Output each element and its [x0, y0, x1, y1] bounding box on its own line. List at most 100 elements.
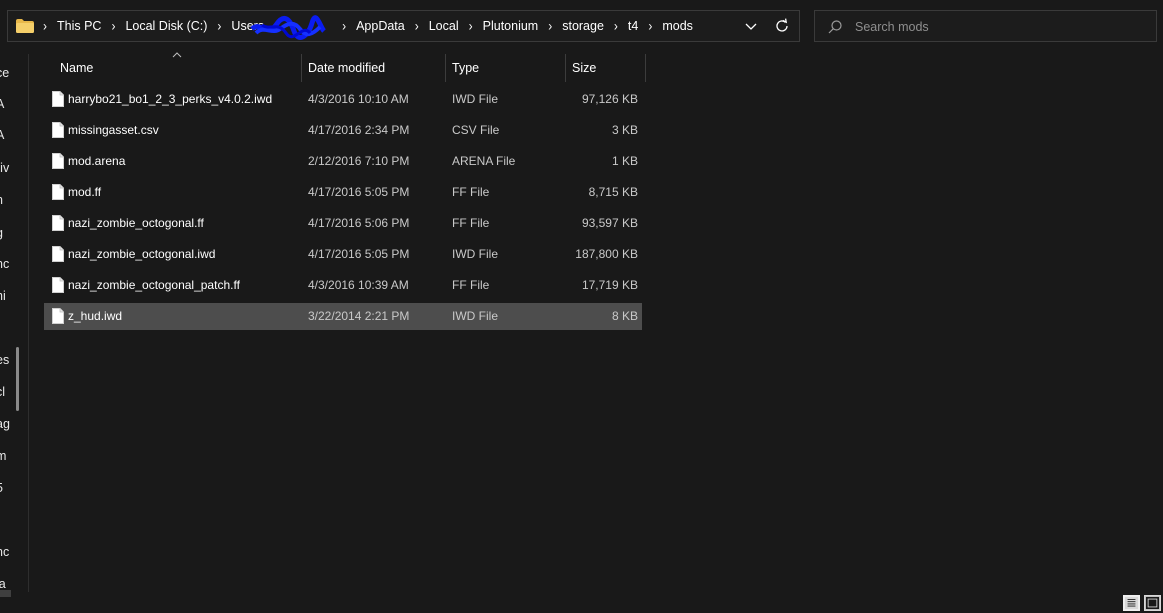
large-icons-view-icon[interactable] [1144, 595, 1161, 611]
file-date: 2/12/2016 7:10 PM [308, 154, 410, 168]
column-divider[interactable] [301, 54, 302, 82]
nav-item[interactable]: riv [0, 161, 9, 175]
file-name: missingasset.csv [68, 123, 159, 137]
nav-item[interactable]: es [0, 353, 9, 367]
file-date: 4/17/2016 5:05 PM [308, 185, 410, 199]
file-row[interactable]: nazi_zombie_octogonal_patch.ff 4/3/2016 … [44, 272, 642, 299]
file-row[interactable]: harrybo21_bo1_2_3_perks_v4.0.2.iwd 4/3/2… [44, 86, 642, 113]
search-input[interactable] [853, 17, 1147, 37]
search-box[interactable] [814, 10, 1157, 42]
nav-item[interactable]: cl [0, 385, 5, 399]
file-type: FF File [452, 185, 490, 199]
file-type: FF File [452, 216, 490, 230]
file-name: nazi_zombie_octogonal.ff [68, 216, 204, 230]
breadcrumb-t4[interactable]: t4 [623, 19, 643, 33]
column-header-date-modified[interactable]: Date modified [308, 54, 385, 82]
nav-item[interactable]: hi [0, 289, 6, 303]
file-type: IWD File [452, 309, 498, 323]
nav-item[interactable]: A [0, 128, 4, 142]
nav-item[interactable]: ag [0, 417, 10, 431]
file-icon [52, 308, 64, 324]
file-size: 97,126 KB [581, 92, 638, 106]
file-date: 4/17/2016 5:06 PM [308, 216, 410, 230]
nav-item[interactable]: la [0, 577, 6, 591]
file-icon [52, 91, 64, 107]
nav-item[interactable]: g [0, 226, 3, 240]
column-header-size[interactable]: Size [572, 54, 596, 82]
file-size: 17,719 KB [581, 278, 638, 292]
file-name: mod.ff [68, 185, 102, 199]
file-name: z_hud.iwd [68, 309, 123, 323]
chevron-right-icon[interactable]: › [337, 18, 351, 34]
chevron-right-icon[interactable]: › [106, 18, 120, 34]
nav-item[interactable]: nc [0, 257, 9, 271]
file-icon [52, 153, 64, 169]
nav-item[interactable]: ce [0, 66, 9, 80]
chevron-right-icon[interactable]: › [543, 18, 557, 34]
file-type: CSV File [452, 123, 500, 137]
file-name: harrybo21_bo1_2_3_perks_v4.0.2.iwd [68, 92, 273, 106]
column-divider[interactable] [645, 54, 646, 82]
navigation-pane[interactable]: ce A A riv n g nc hi es cl ag m 5 nc la [0, 52, 12, 597]
file-row[interactable]: missingasset.csv 4/17/2016 2:34 PM CSV F… [44, 117, 642, 144]
chevron-down-icon[interactable] [743, 19, 759, 33]
file-row[interactable]: mod.arena 2/12/2016 7:10 PM ARENA File 1… [44, 148, 642, 175]
nav-item[interactable]: 5 [0, 481, 3, 495]
file-size: 187,800 KB [575, 247, 638, 261]
breadcrumb-storage[interactable]: storage [557, 19, 609, 33]
chevron-right-icon[interactable]: › [410, 18, 424, 34]
chevron-right-icon[interactable]: › [38, 18, 52, 34]
file-type: IWD File [452, 247, 498, 261]
sort-ascending-icon [172, 52, 182, 58]
breadcrumb-local[interactable]: Local [424, 19, 464, 33]
breadcrumb-appdata[interactable]: AppData [351, 19, 410, 33]
refresh-icon[interactable] [773, 17, 791, 35]
file-icon [52, 277, 64, 293]
file-row[interactable]: nazi_zombie_octogonal.iwd 4/17/2016 5:05… [44, 241, 642, 268]
file-name: nazi_zombie_octogonal.iwd [68, 247, 216, 261]
file-date: 4/17/2016 2:34 PM [308, 123, 410, 137]
file-row[interactable]: mod.ff 4/17/2016 5:05 PM FF File 8,715 K… [44, 179, 642, 206]
file-size: 8,715 KB [588, 185, 638, 199]
file-date: 4/3/2016 10:39 AM [308, 278, 409, 292]
column-divider[interactable] [445, 54, 446, 82]
file-row[interactable]: nazi_zombie_octogonal.ff 4/17/2016 5:06 … [44, 210, 642, 237]
file-icon [52, 215, 64, 231]
chevron-right-icon[interactable]: › [609, 18, 623, 34]
file-date: 3/22/2014 2:21 PM [308, 309, 410, 323]
column-header-name[interactable]: Name [60, 54, 93, 82]
chevron-right-icon[interactable]: › [212, 18, 226, 34]
breadcrumb-mods[interactable]: mods [657, 19, 698, 33]
breadcrumb: › This PC › Local Disk (C:) › Users › › … [38, 11, 698, 41]
address-bar[interactable]: › This PC › Local Disk (C:) › Users › › … [7, 10, 800, 42]
nav-item[interactable]: m [0, 449, 6, 463]
column-header-type[interactable]: Type [452, 54, 479, 82]
file-size: 1 KB [611, 154, 638, 168]
file-size: 93,597 KB [581, 216, 638, 230]
nav-item-selected[interactable]: nc [0, 545, 9, 559]
file-date: 4/17/2016 5:05 PM [308, 247, 410, 261]
redaction-scribble [250, 15, 326, 40]
nav-item[interactable]: n [0, 193, 3, 207]
file-icon [52, 122, 64, 138]
column-divider[interactable] [565, 54, 566, 82]
file-icon [52, 246, 64, 262]
nav-item[interactable]: A [0, 97, 4, 111]
file-name: nazi_zombie_octogonal_patch.ff [68, 278, 240, 292]
chevron-right-icon[interactable]: › [643, 18, 657, 34]
file-date: 4/3/2016 10:10 AM [308, 92, 409, 106]
search-icon [828, 20, 842, 34]
file-type: FF File [452, 278, 490, 292]
details-view-icon[interactable] [1123, 595, 1140, 611]
nav-scrollbar[interactable] [16, 347, 19, 411]
chevron-right-icon[interactable]: › [464, 18, 478, 34]
file-size: 3 KB [611, 123, 638, 137]
file-icon [52, 184, 64, 200]
file-size: 8 KB [611, 309, 638, 323]
breadcrumb-local-disk[interactable]: Local Disk (C:) [120, 19, 212, 33]
breadcrumb-plutonium[interactable]: Plutonium [478, 19, 544, 33]
breadcrumb-this-pc[interactable]: This PC [52, 19, 106, 33]
pane-divider[interactable] [28, 54, 29, 592]
file-row-selected[interactable]: z_hud.iwd 3/22/2014 2:21 PM IWD File 8 K… [44, 303, 642, 330]
file-type: ARENA File [452, 154, 516, 168]
